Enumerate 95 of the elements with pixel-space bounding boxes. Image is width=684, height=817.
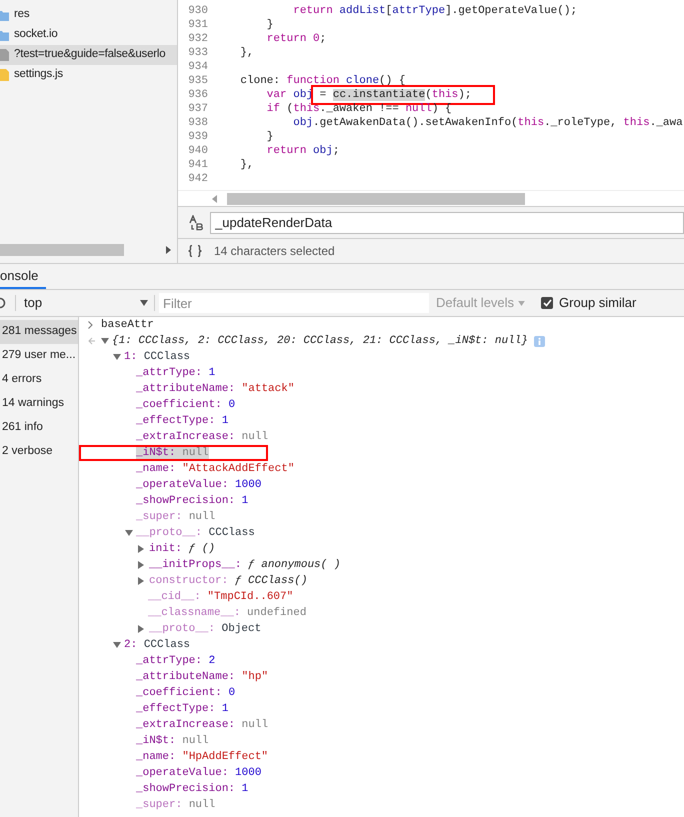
prompt-chevron-icon: [88, 321, 93, 329]
property-row-text: _operateValue: 1000: [136, 766, 262, 781]
clear-console-icon[interactable]: [0, 297, 6, 309]
property-row-text: _attrType: 1: [136, 366, 216, 381]
line-number: 938: [187, 116, 208, 131]
code-line: },: [239, 46, 254, 61]
property-row-text: _coefficient: 0: [136, 686, 236, 701]
braces-icon[interactable]: [188, 245, 202, 257]
expand-triangle-icon[interactable]: [138, 545, 144, 553]
checkbox[interactable]: [541, 297, 554, 309]
match-case-icon[interactable]: [188, 214, 204, 230]
property-row-text: _iN$t: null: [136, 734, 209, 749]
property-row-text: constructor: ƒ CCClass(): [149, 574, 308, 589]
message-filter-item[interactable]: 2 verbose: [0, 440, 78, 464]
property-row-text: __classname__: undefined: [148, 606, 306, 621]
dropdown-caret-icon: [140, 300, 148, 306]
group-similar-checkbox[interactable]: Group similar: [541, 293, 636, 313]
collapse-triangle-icon[interactable]: [125, 530, 133, 536]
collapse-triangle-icon[interactable]: [113, 642, 121, 648]
highlight-box: = cc.instantiate(this);: [313, 86, 494, 104]
status-text: 14 characters selected: [214, 243, 335, 260]
code-line: var obj = cc.instantiate(this);: [214, 86, 494, 104]
property-row-text: _showPrecision: 1: [136, 782, 248, 797]
code-line: return obj;: [266, 144, 340, 159]
line-number: 940: [187, 144, 208, 159]
line-number: 939: [187, 130, 208, 145]
line-number: 936: [187, 88, 208, 103]
property-row-text: _attributeName: "hp": [136, 670, 268, 685]
line-number: 930: [187, 4, 208, 19]
code-line: return 0;: [266, 32, 326, 47]
property-row-text: __proto__: CCClass: [136, 526, 255, 541]
code-line: }: [266, 130, 274, 145]
result-arrow-icon: [88, 337, 96, 345]
property-row-text: _operateValue: 1000: [136, 478, 262, 493]
expand-triangle-icon[interactable]: [138, 625, 144, 633]
line-number: 933: [187, 46, 208, 61]
scrollbar-thumb[interactable]: [227, 192, 525, 204]
file-tree-item[interactable]: settings.js: [0, 65, 177, 85]
property-row-text: _attrType: 2: [136, 654, 216, 669]
filter-field[interactable]: Filter: [159, 293, 429, 313]
code-line: clone: function clone() {: [239, 74, 406, 89]
property-row-text: _attributeName: "attack": [136, 382, 294, 397]
line-number: 942: [187, 172, 208, 187]
message-filter-item[interactable]: 279 user me...: [0, 344, 78, 368]
property-row-text: _showPrecision: 1: [136, 494, 248, 509]
property-row-text: _name: "HpAddEffect": [136, 750, 268, 765]
scrollbar-thumb[interactable]: [0, 244, 124, 256]
line-number: 941: [187, 158, 208, 173]
property-row-text: _effectType: 1: [136, 414, 228, 429]
line-number: 937: [187, 102, 208, 117]
expand-triangle-icon[interactable]: [138, 561, 144, 569]
file-icon: [0, 49, 9, 61]
property-row-text: _extraIncrease: null: [136, 718, 268, 733]
file-tree-item[interactable]: socket.io: [0, 25, 177, 45]
file-tree-item[interactable]: res: [0, 5, 177, 25]
message-filter-item[interactable]: 261 info: [0, 416, 78, 440]
code-line: return addList[attrType].getOperateValue();: [292, 4, 578, 19]
property-row-text: _coefficient: 0: [136, 398, 236, 413]
line-number: 932: [187, 32, 208, 47]
folder-icon: [0, 10, 9, 20]
property-row-text: _extraIncrease: null: [136, 430, 268, 445]
file-tree-item[interactable]: ?test=true&guide=false&userlo: [0, 45, 177, 65]
file-icon: [0, 69, 9, 81]
message-filter-item[interactable]: 14 warnings: [0, 392, 78, 416]
line-number: 934: [187, 60, 208, 75]
property-row-text: _effectType: 1: [136, 702, 228, 717]
property-row-text: __proto__: Object: [149, 622, 262, 637]
property-row-text: _name: "AttackAddEffect": [136, 462, 294, 477]
scroll-right-icon[interactable]: [166, 246, 171, 254]
property-row-text: 1: CCClass: [124, 350, 190, 365]
object-summary: {1: CCClass, 2: CCClass, 20: CCClass, 21: CCClass, _iN$t: null}: [112, 334, 528, 349]
code-line: obj.getAwakenData().setAwakenInfo(this._roleType, this._awa: [292, 116, 683, 131]
line-number: 935: [187, 74, 208, 89]
property-row-text: __cid__: "TmpCId..607": [148, 590, 294, 605]
line-number: 931: [187, 18, 208, 33]
property-row-text: 2: CCClass: [124, 638, 190, 653]
scroll-left-icon[interactable]: [212, 194, 217, 202]
dropdown-caret-icon: [518, 300, 526, 306]
collapse-triangle-icon[interactable]: [101, 338, 109, 344]
context-dropdown[interactable]: top: [24, 293, 154, 313]
console-command-text: baseAttr: [101, 318, 154, 333]
collapse-triangle-icon[interactable]: [113, 354, 121, 360]
message-filter-item[interactable]: 4 errors: [0, 368, 78, 392]
code-line: if (this._awaken !== null) {: [266, 102, 452, 117]
property-row-text: init: ƒ (): [149, 542, 216, 557]
property-row-text: __initProps__: ƒ anonymous( ): [149, 558, 340, 573]
expand-triangle-icon[interactable]: [138, 577, 144, 585]
info-icon: [534, 336, 545, 346]
folder-icon: [0, 30, 9, 40]
code-line: }: [266, 18, 274, 33]
property-row-text: _super: null: [136, 510, 216, 525]
property-row-text: _super: null: [136, 798, 216, 813]
search-field[interactable]: _updateRenderData: [210, 212, 684, 234]
message-filter-item[interactable]: 281 messages: [0, 320, 78, 344]
code-line: },: [239, 158, 254, 173]
